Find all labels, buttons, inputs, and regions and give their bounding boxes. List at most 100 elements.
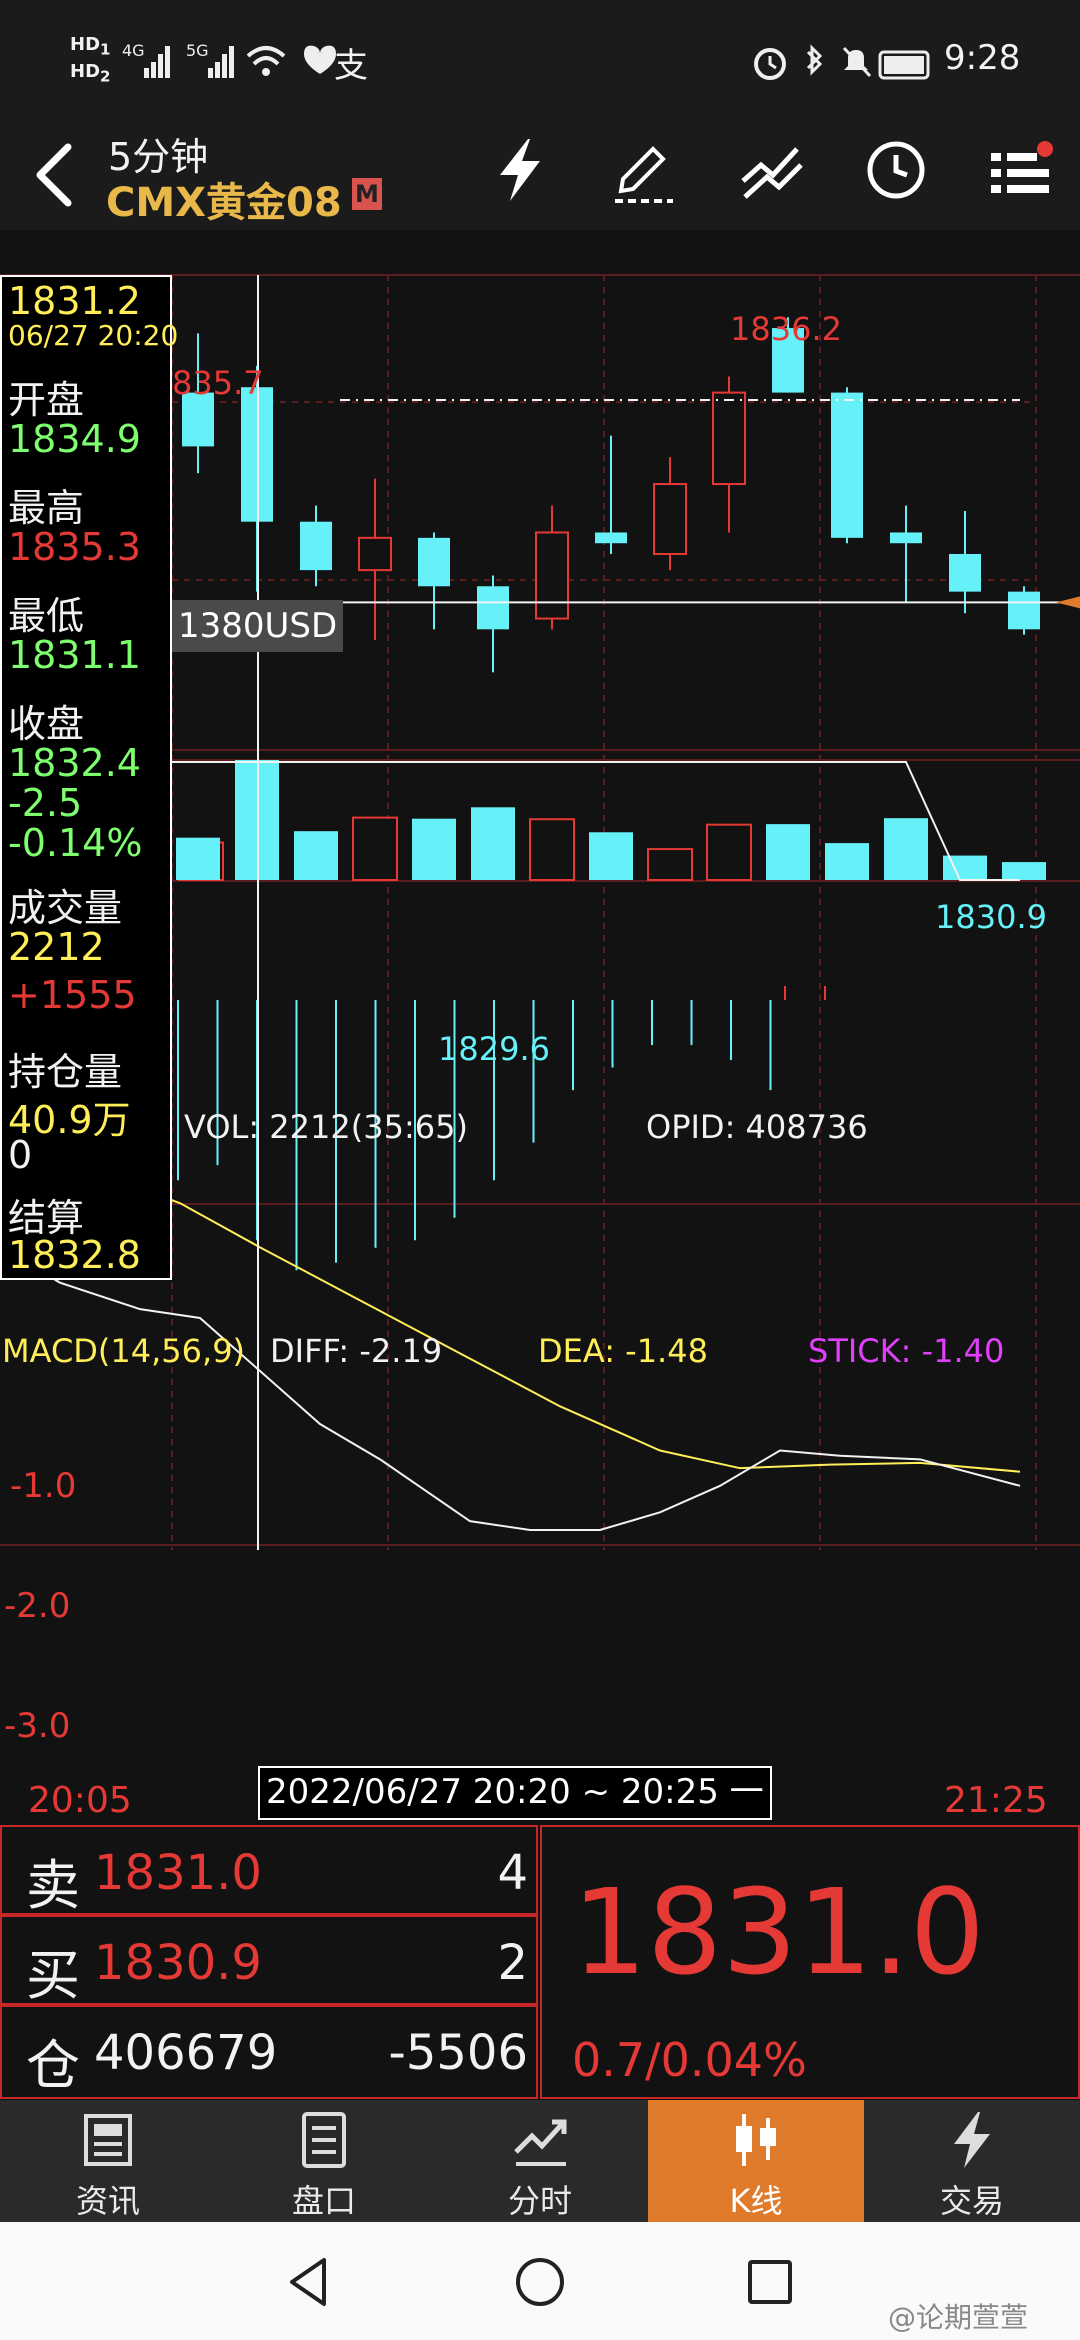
diff-label: DIFF: -2.19 [270,1332,443,1370]
info-datetime: 06/27 20:20 [8,319,179,352]
nav-orderbook[interactable]: 盘口 [216,2100,432,2222]
candle-body-5 [477,586,509,630]
status-bar: HD1 HD2 4G 5G 支 9:28 [0,0,1080,120]
volume-bar-5 [471,807,515,880]
cursor-time-readout: 2022/06/27 20:20 ~ 20:25 一 [258,1766,772,1820]
info-price: 1831.2 [8,279,141,323]
clock-icon [867,141,925,199]
volume-bar-8 [647,848,693,882]
info-open-label: 开盘 [8,378,85,422]
candle-body-12 [890,532,922,544]
macd-label: MACD(14,56,9) [2,1332,246,1370]
nav-orderbook-label: 盘口 [291,2182,356,2220]
news-icon [84,2114,132,2166]
volume-bar-9 [706,823,752,882]
nav-timeline-label: 分时 [507,2182,572,2220]
info-close-label: 收盘 [8,702,85,746]
market-badge: M [352,178,382,210]
draw-button[interactable] [604,130,684,210]
indicator-button[interactable] [732,130,812,210]
last-price-marker [1056,596,1080,609]
system-home-icon[interactable] [510,2252,570,2312]
back-button[interactable] [20,135,90,215]
volume-bar-4 [412,818,456,880]
volume-bar-10 [766,824,810,880]
macd-tick-2: -2.0 [4,1586,71,1626]
oi-value: 406679 [94,2025,278,2081]
crosshair-info-panel: 1831.2 06/27 20:20 开盘 1834.9 最高 1835.3 最… [0,275,178,1280]
left-high-label: 835.7 [172,364,264,402]
volume-bar-0 [176,837,220,880]
opid-label: OPID: 408736 [646,1108,868,1146]
info-close: 1832.4 [8,741,141,785]
oi-change: -5506 [388,2025,528,2081]
buy-row[interactable]: 买 1830.9 2 [0,1915,538,2007]
sell-row[interactable]: 卖 1831.0 4 [0,1825,538,1917]
info-low-label: 最低 [8,594,85,638]
volume-bar-7 [589,832,633,880]
system-back-icon[interactable] [280,2252,340,2312]
stick-label: STICK: -1.40 [808,1332,1005,1370]
diff-line [0,1246,1021,1531]
candle-body-6 [535,531,569,620]
buy-label: 买 [26,1944,80,2007]
symbol-name[interactable]: CMX黄金08 [106,170,342,228]
hd-indicator: HD1 HD2 [70,34,111,86]
system-recents-icon[interactable] [740,2252,800,2312]
candle-body-7 [595,532,627,544]
sell-label: 卖 [26,1854,80,1917]
nav-timeline[interactable]: 分时 [432,2100,648,2222]
menu-button[interactable] [980,130,1060,210]
last-price-box: 1831.0 0.7/0.04% [540,1825,1080,2099]
timeline-icon [514,2119,567,2166]
quote-panel: 卖 1831.0 4 买 1830.9 2 仓 406679 -5506 183… [0,1825,1080,2100]
candle-body-4 [418,537,450,587]
trade-icon [954,2112,990,2168]
indicator-icon [741,147,803,199]
volume-bar-6 [529,818,575,881]
max-high-label: 1836.2 [730,310,842,348]
candle-body-9 [712,391,746,486]
info-volume: 2212 [8,925,105,969]
kline-icon [736,2114,776,2166]
svg-text:5G: 5G [186,41,209,60]
watermark: @论期萱萱 [888,2301,1029,2334]
info-oi-change: 0 [8,1133,33,1177]
nav-trade[interactable]: 交易 [864,2100,1080,2222]
sell-price: 1831.0 [94,1845,262,1901]
nav-kline-label: K线 [729,2182,783,2220]
flash-button[interactable] [480,130,560,210]
app-header: 5分钟 CMX黄金08 M [0,120,1080,230]
oi-label: 仓 [26,2034,80,2097]
time-start: 20:05 [28,1780,132,1821]
info-oi-label: 持仓量 [8,1050,123,1094]
orderbook-icon [302,2112,346,2168]
nav-trade-label: 交易 [939,2182,1004,2220]
history-button[interactable] [856,130,936,210]
volume-bar-11 [825,843,869,880]
nav-news[interactable]: 资讯 [0,2100,216,2222]
info-high: 1835.3 [8,525,141,569]
menu-icon [991,141,1053,193]
candle-body-11 [831,392,863,538]
candle-body-2 [300,521,332,571]
nav-news-label: 资讯 [75,2182,140,2220]
candle-body-8 [653,483,687,555]
volume-label: VOL: 2212(35:65) [184,1108,468,1146]
volume-bar-14 [1002,862,1046,880]
clock-time: 9:28 [944,38,1021,78]
candle-body-3 [358,536,392,572]
info-change: -2.5 [8,781,83,825]
open-interest-row: 仓 406679 -5506 [0,2005,538,2099]
macd-tick-1: -1.0 [10,1466,77,1506]
bottom-nav: 资讯 盘口 分时 K线 交易 [0,2100,1080,2222]
nav-kline[interactable]: K线 [648,2100,864,2222]
info-low: 1831.1 [8,633,141,677]
status-right-icons [754,44,930,80]
back-arrow-icon [36,143,72,207]
info-settle: 1832.8 [8,1233,141,1277]
info-open: 1834.9 [8,417,141,461]
svg-text:4G: 4G [122,41,145,60]
info-volume-label: 成交量 [8,886,123,930]
last-price-label: 1830.9 [935,898,1047,936]
